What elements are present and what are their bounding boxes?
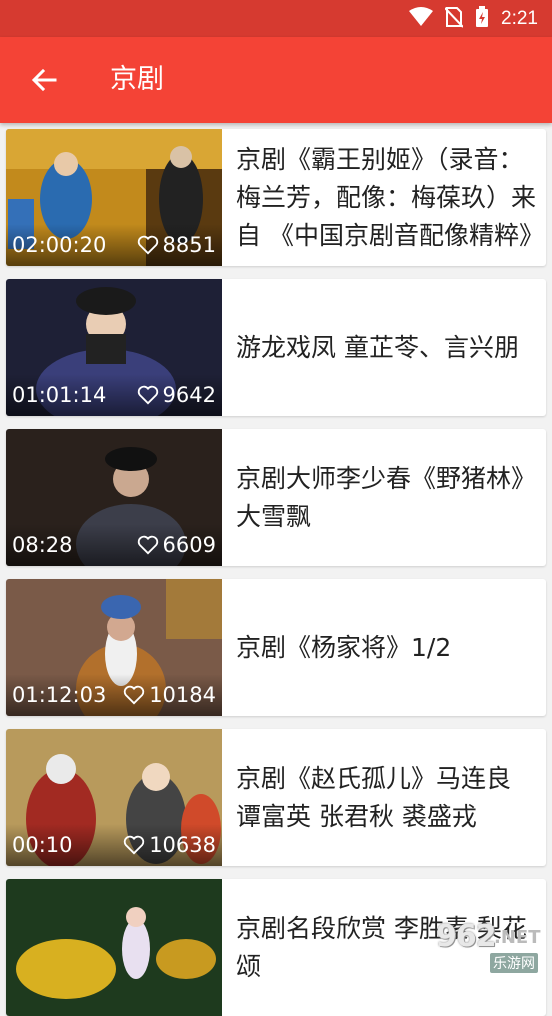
video-duration: 01:01:14 bbox=[12, 383, 107, 407]
video-title[interactable]: 游龙戏凤 童芷苓、言兴朋 bbox=[236, 279, 540, 416]
video-duration: 02:00:20 bbox=[12, 233, 107, 257]
thumbnail-overlay: 01:01:14 9642 bbox=[6, 374, 222, 416]
video-thumbnail[interactable]: 02:00:20 8851 bbox=[6, 129, 222, 266]
heart-icon bbox=[124, 685, 145, 705]
arrow-left-icon bbox=[31, 68, 57, 92]
wifi-icon bbox=[409, 6, 434, 31]
video-duration: 08:28 bbox=[12, 533, 73, 557]
video-duration: 01:12:03 bbox=[12, 683, 107, 707]
video-thumbnail[interactable]: 01:12:03 10184 bbox=[6, 579, 222, 716]
thumbnail-overlay: 01:12:03 10184 bbox=[6, 674, 222, 716]
like-count: 9642 bbox=[162, 383, 216, 407]
like-count: 10638 bbox=[149, 833, 216, 857]
status-bar: 2:21 bbox=[0, 0, 552, 37]
video-duration: 00:10 bbox=[12, 833, 73, 857]
like-count: 6609 bbox=[162, 533, 216, 557]
video-title[interactable]: 京剧《杨家将》1/2 bbox=[236, 579, 540, 716]
video-title[interactable]: 京剧《霸王别姬》（录音：梅兰芳，配像：梅葆玖）来自 《中国京剧音配像精粹》 bbox=[236, 129, 540, 266]
app-bar: 京剧 bbox=[0, 37, 552, 123]
thumbnail-overlay: 00:10 10638 bbox=[6, 824, 222, 866]
video-title[interactable]: 京剧《赵氏孤儿》马连良 谭富英 张君秋 裘盛戎 bbox=[236, 729, 540, 866]
status-time: 2:21 bbox=[501, 7, 538, 29]
like-count: 8851 bbox=[162, 233, 216, 257]
no-sim-icon bbox=[444, 6, 464, 32]
video-item[interactable]: 08:28 6609 京剧大师李少春《野猪林》大雪飘 bbox=[6, 429, 546, 566]
video-thumbnail[interactable] bbox=[6, 879, 222, 1016]
video-thumbnail[interactable]: 08:28 6609 bbox=[6, 429, 222, 566]
video-thumbnail[interactable]: 00:10 10638 bbox=[6, 729, 222, 866]
video-item[interactable]: 01:01:14 9642 游龙戏凤 童芷苓、言兴朋 bbox=[6, 279, 546, 416]
video-item[interactable]: 00:10 10638 京剧《赵氏孤儿》马连良 谭富英 张君秋 裘盛戎 bbox=[6, 729, 546, 866]
heart-icon bbox=[137, 235, 158, 255]
heart-icon bbox=[137, 385, 158, 405]
video-title[interactable]: 京剧大师李少春《野猪林》大雪飘 bbox=[236, 429, 540, 566]
like-count: 10184 bbox=[149, 683, 216, 707]
video-item[interactable]: 01:12:03 10184 京剧《杨家将》1/2 bbox=[6, 579, 546, 716]
battery-charging-icon bbox=[475, 5, 489, 32]
heart-icon bbox=[137, 535, 158, 555]
thumbnail-overlay: 02:00:20 8851 bbox=[6, 224, 222, 266]
video-item[interactable]: 02:00:20 8851 京剧《霸王别姬》（录音：梅兰芳，配像：梅葆玖）来自 … bbox=[6, 129, 546, 266]
watermark-logo: 962 .NET 乐游网 bbox=[436, 919, 541, 973]
video-thumbnail[interactable]: 01:01:14 9642 bbox=[6, 279, 222, 416]
page-title: 京剧 bbox=[110, 64, 164, 95]
thumbnail-overlay: 08:28 6609 bbox=[6, 524, 222, 566]
heart-icon bbox=[124, 835, 145, 855]
back-button[interactable] bbox=[22, 58, 66, 102]
